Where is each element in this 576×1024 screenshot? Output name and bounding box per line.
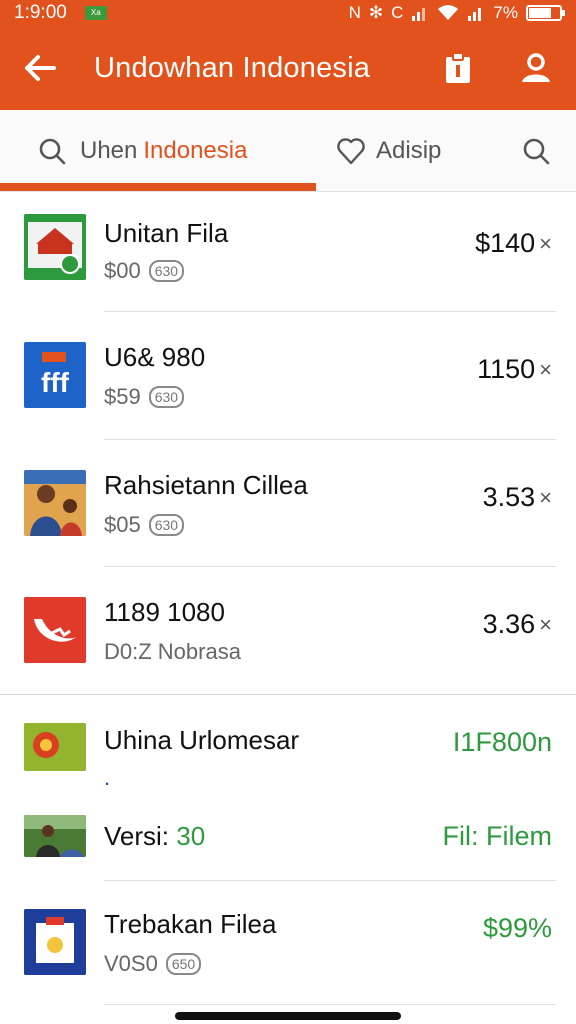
item-sub-text: $05 [104, 512, 141, 537]
status-bar: 1:9:00 Xa N ✻ C 7% [0, 0, 576, 26]
home-indicator[interactable] [175, 1012, 401, 1020]
app-bar: Undowhan Indonesia [0, 26, 576, 110]
item-badge: 630 [148, 260, 185, 282]
search-icon [39, 138, 66, 164]
wifi-icon [438, 5, 459, 20]
item-price-value: I1F800n [452, 727, 552, 757]
tab-search-indonesia[interactable]: Uhen Indonesia [0, 110, 316, 191]
item-badge: 630 [148, 514, 185, 536]
list-item[interactable]: Uhina Urlomesar . I1F800n [0, 695, 576, 797]
item-name: 1189 1080 [104, 597, 225, 627]
list-item[interactable]: Rahsietann Cillea $05 630 3.53 × [0, 440, 576, 567]
item-thumbnail [24, 909, 86, 975]
signal-icon-2 [468, 8, 482, 21]
item-name: U6& 980 [104, 342, 206, 372]
item-sub-text: D0:Z Nobrasa [104, 639, 241, 664]
item-subtitle: . [104, 765, 110, 791]
item-price-value: $99% [482, 913, 552, 943]
tab-adisip[interactable]: Adisip [316, 110, 441, 191]
item-sub-text: . [104, 765, 111, 790]
item-thumbnail [24, 470, 86, 536]
tab-indicator [0, 183, 316, 191]
clipboard-icon [446, 52, 470, 83]
bluetooth-icon: ✻ [368, 3, 384, 22]
arrow-left-icon [25, 55, 56, 81]
clipboard-button[interactable] [438, 48, 478, 88]
svg-text:fff: fff [41, 367, 70, 398]
item-thumbnail [24, 597, 86, 663]
item-badge: 630 [148, 386, 185, 408]
item-price: I1F800n [453, 727, 552, 758]
tab-label-a: Uhen [80, 136, 138, 164]
user-icon [522, 53, 550, 82]
item-price-value: 3.53 [482, 482, 536, 512]
item-price: $99% [483, 913, 552, 944]
item-subtitle: D0:Z Nobrasa [104, 639, 241, 665]
item-name: Uhina Urlomesar [104, 725, 300, 755]
status-icons: N ✻ C 7% [348, 3, 565, 23]
list-item[interactable]: Trebakan Filea V0S0 650 $99% [0, 881, 576, 1005]
item-sub-text: $59 [104, 384, 141, 409]
item-price: $140 × [475, 228, 552, 259]
item-thumbnail: fff [24, 342, 86, 408]
item-subtitle: $00 630 [104, 258, 185, 284]
divider [104, 1004, 556, 1005]
close-icon[interactable]: × [539, 357, 552, 383]
battery-icon [526, 5, 565, 21]
item-price: Fil: Filem [443, 821, 553, 852]
tab-label: Adisip [376, 136, 442, 164]
list-item[interactable]: fff U6& 980 $59 630 1150 × [0, 312, 576, 440]
item-badge: 650 [165, 953, 202, 975]
item-price-value: $140 [475, 228, 536, 258]
item-price-value: 3.36 [482, 609, 536, 639]
close-icon[interactable]: × [539, 485, 552, 511]
tab-label-b: Indonesia [143, 136, 248, 164]
tag-icon [337, 137, 365, 164]
item-subtitle: $59 630 [104, 384, 185, 410]
tab-bar: Uhen Indonesia Adisip [0, 110, 576, 192]
item-sub-text: V0S0 [104, 951, 158, 976]
item-name: Rahsietann Cillea [104, 470, 308, 500]
item-thumbnail [24, 723, 86, 771]
back-button[interactable] [20, 48, 60, 88]
status-time: 1:9:00 [14, 2, 67, 23]
search-icon-2 [523, 138, 550, 164]
profile-button[interactable] [516, 48, 556, 88]
search-button[interactable] [522, 110, 576, 191]
item-name-text: Versi: [104, 821, 177, 851]
item-sub-text: $00 [104, 258, 141, 283]
item-price-value: 1150 [477, 354, 536, 384]
close-icon[interactable]: × [539, 612, 552, 638]
item-name: Versi: 30 [104, 821, 205, 852]
list-item[interactable]: 1189 1080 D0:Z Nobrasa 3.36 × [0, 567, 576, 695]
nfc-icon: N [348, 3, 361, 22]
item-name: Trebakan Filea [104, 909, 277, 939]
item-thumbnail [24, 815, 86, 857]
battery-percent: 7% [493, 3, 518, 22]
notification-icon: Xa [84, 6, 107, 20]
list-item[interactable]: Versi: 30 Fil: Filem [0, 797, 576, 881]
item-price: 3.53 × [483, 482, 552, 513]
page-title: Undowhan Indonesia [94, 51, 371, 84]
item-subtitle: $05 630 [104, 512, 185, 538]
item-subtitle: V0S0 650 [104, 951, 202, 977]
item-name: Unitan Fila [104, 218, 229, 248]
item-thumbnail [24, 214, 86, 280]
item-name-version: 30 [176, 821, 206, 851]
item-price-value: Fil: Filem [442, 821, 553, 851]
sync-icon: C [391, 3, 404, 22]
item-price: 3.36 × [483, 609, 552, 640]
signal-icon [412, 8, 426, 21]
item-price: 1150 × [477, 354, 552, 385]
list-item[interactable]: Unitan Fila $00 630 $140 × [0, 192, 576, 312]
close-icon[interactable]: × [539, 231, 552, 257]
